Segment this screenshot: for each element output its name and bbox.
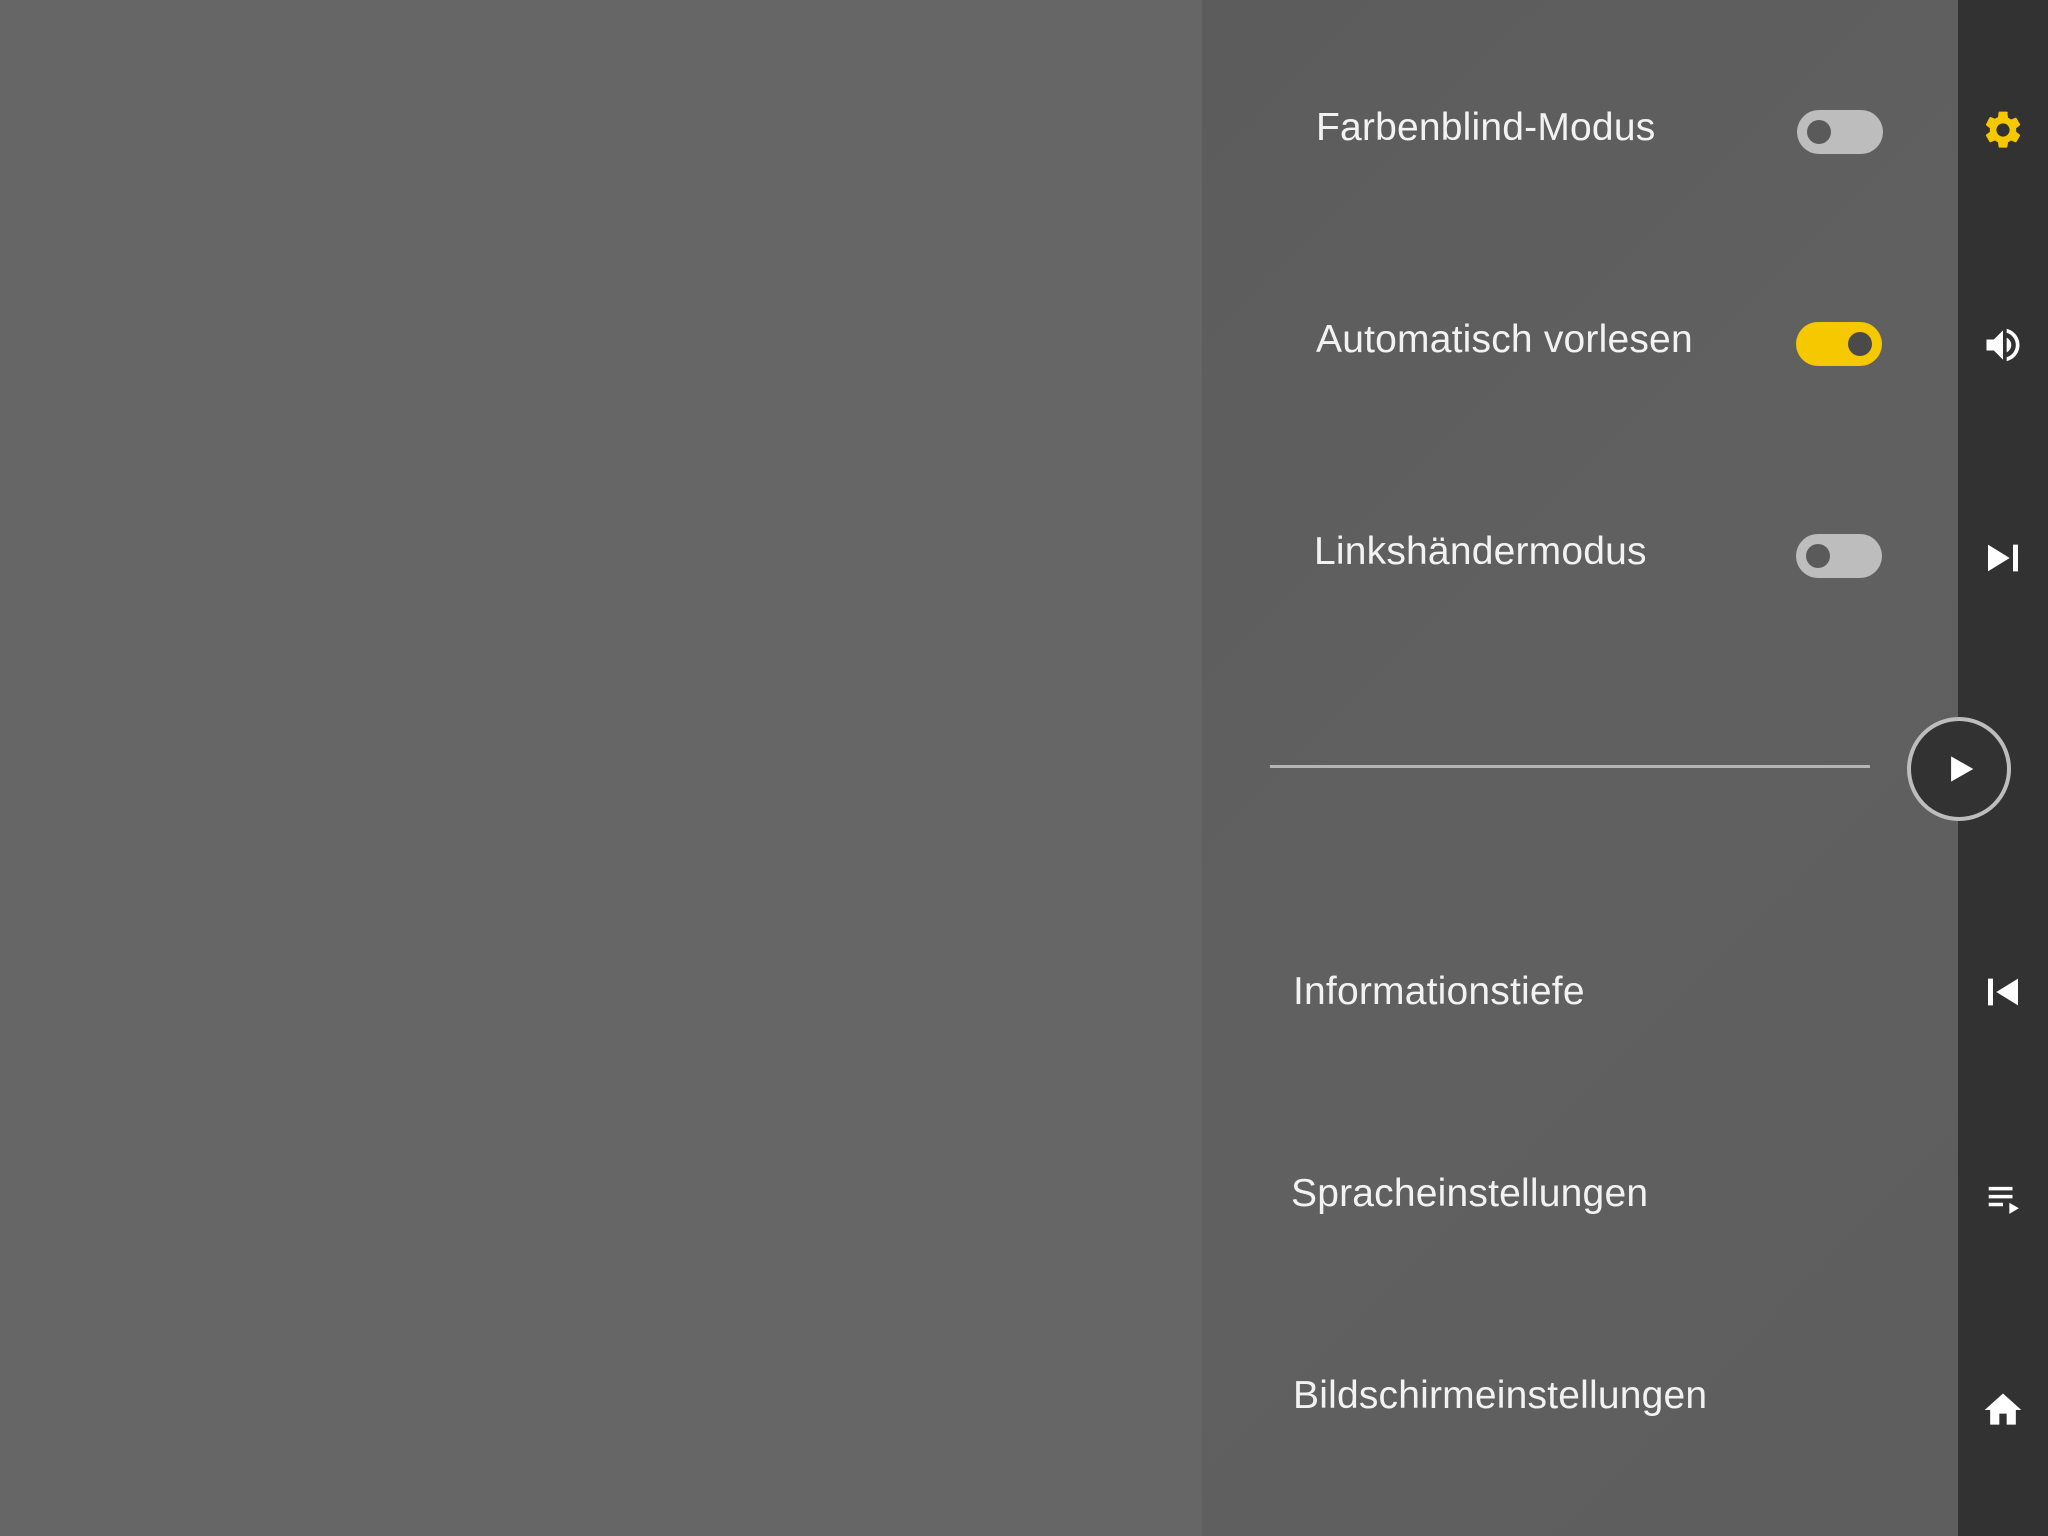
lefthand-mode-toggle[interactable]	[1796, 534, 1882, 578]
menu-item-language-settings[interactable]: Spracheinstellungen	[1291, 1172, 1648, 1216]
home-icon[interactable]	[1978, 1385, 2028, 1435]
skip-next-icon[interactable]	[1978, 533, 2028, 583]
screen: Farbenblind-Modus Automatisch vorlesen L…	[0, 0, 2048, 1536]
autoread-toggle[interactable]	[1796, 322, 1882, 366]
toggle-knob	[1807, 120, 1831, 144]
menu-item-information-depth[interactable]: Informationstiefe	[1293, 970, 1585, 1014]
play-icon	[1951, 756, 1974, 782]
panel-divider	[1270, 765, 1870, 768]
menu-item-display-settings[interactable]: Bildschirmeinstellungen	[1293, 1374, 1707, 1418]
play-button[interactable]	[1907, 717, 2011, 821]
skip-previous-icon[interactable]	[1978, 967, 2028, 1017]
lefthand-mode-label: Linkshändermodus	[1314, 530, 1647, 573]
toggle-knob	[1848, 332, 1872, 356]
playlist-icon[interactable]	[1978, 1173, 2028, 1223]
colorblind-mode-label: Farbenblind-Modus	[1316, 106, 1656, 149]
autoread-label: Automatisch vorlesen	[1316, 318, 1693, 361]
content-area	[0, 0, 1202, 1536]
settings-panel	[1202, 0, 1958, 1536]
toggle-knob	[1806, 544, 1830, 568]
speaker-icon[interactable]	[1978, 320, 2028, 370]
colorblind-mode-toggle[interactable]	[1797, 110, 1883, 154]
gear-icon[interactable]	[1978, 105, 2028, 155]
